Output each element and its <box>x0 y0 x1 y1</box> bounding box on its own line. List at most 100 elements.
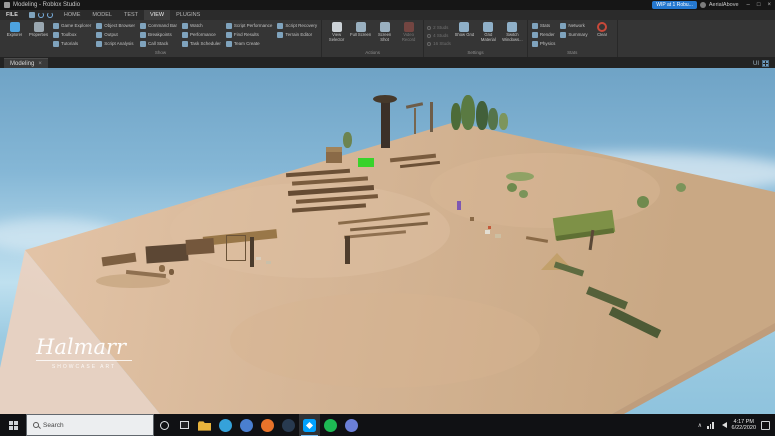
ribbon-button-command-bar[interactable]: Command Bar <box>139 22 178 30</box>
ribbon-button-explorer[interactable]: Explorer <box>3 20 26 38</box>
show-group-columns: Game Explorer Toolbox Tutorials Object Brow… <box>52 20 318 48</box>
taskbar-app-roblox-studio[interactable] <box>299 414 320 436</box>
ribbon-button-view-selector[interactable]: View Selector <box>325 20 348 42</box>
ribbon-button-task-scheduler[interactable]: Task Scheduler <box>181 40 222 48</box>
ribbon-button-breakpoints[interactable]: Breakpoints <box>139 31 178 39</box>
save-icon[interactable] <box>28 12 35 18</box>
menu-tab-plugins[interactable]: PLUGINS <box>170 10 206 20</box>
redo-icon[interactable] <box>46 12 53 18</box>
script-analysis-icon <box>96 41 103 47</box>
ribbon-button-switch-windows[interactable]: Switch Windows... <box>501 20 524 42</box>
ribbon-button-label: Render <box>539 32 555 37</box>
ribbon-button-label: Output <box>104 32 118 37</box>
taskbar-app-edge[interactable] <box>215 414 236 436</box>
hidden-icons-chevron[interactable]: ∧ <box>698 422 702 429</box>
ribbon-button-game-explorer[interactable]: Game Explorer <box>52 22 92 30</box>
settings-group-big: Show Grid Grid Material Switch Windows... <box>453 20 524 42</box>
script-recovery-icon <box>277 23 284 29</box>
ribbon-button-find-results[interactable]: Find Results <box>225 31 274 39</box>
view-selector-icon <box>331 22 342 32</box>
viewport-3d[interactable]: Halmarr Showcase Art <box>0 68 775 414</box>
stud-option-16-studs[interactable]: 16 Studs <box>427 40 451 47</box>
ribbon-button-summary[interactable]: Summary <box>559 31 588 39</box>
ribbon-button-call-stack[interactable]: Call Stack <box>139 40 178 48</box>
ribbon-button-output[interactable]: Output <box>95 31 136 39</box>
ribbon-button-full-screen[interactable]: Full Screen <box>349 20 372 38</box>
ribbon-column: Stats Render Physics <box>531 20 557 48</box>
ribbon-column: Object Browser Output Script Analysis <box>95 20 136 48</box>
task-view-button[interactable] <box>174 414 194 436</box>
undo-icon[interactable] <box>37 12 44 18</box>
firefox-icon <box>261 418 274 432</box>
start-button[interactable] <box>0 414 26 436</box>
ribbon-button-clear[interactable]: Clear <box>591 20 614 38</box>
ribbon-button-script-analysis[interactable]: Script Analysis <box>95 40 136 48</box>
ribbon-button-team-create[interactable]: Team Create <box>225 40 274 48</box>
minimize-button[interactable]: – <box>747 2 750 8</box>
ribbon-button-performance[interactable]: Performance <box>181 31 222 39</box>
ribbon-button-label: Show Grid <box>454 33 475 37</box>
network-icon[interactable] <box>707 421 714 429</box>
prop-sand-patch <box>170 183 450 278</box>
ribbon-button-terrain-editor[interactable]: Terrain Editor <box>276 31 318 39</box>
ribbon-button-video-record[interactable]: Video Record <box>397 20 420 42</box>
ribbon-button-toolbox[interactable]: Toolbox <box>52 31 92 39</box>
prop-totem-branches <box>373 95 397 103</box>
prop-gate-frame <box>226 235 246 261</box>
taskbar-app-firefox[interactable] <box>257 414 278 436</box>
stud-option-2-studs[interactable]: 2 Studs <box>427 24 451 31</box>
prop-totem-tree <box>381 102 390 148</box>
maximize-button[interactable]: □ <box>757 2 761 8</box>
quick-access-toolbar <box>24 10 58 20</box>
document-tab-modeling[interactable]: Modeling × <box>4 58 48 68</box>
close-tab-icon[interactable]: × <box>38 61 42 67</box>
ribbon-button-label: Grid Material <box>480 33 496 42</box>
prop-brown-dot <box>470 217 474 221</box>
taskbar-app-discord[interactable] <box>341 414 362 436</box>
ribbon-button-label: Toolbox <box>61 32 77 37</box>
ribbon-button-grid-material[interactable]: Grid Material <box>477 20 500 42</box>
ui-panel-toggle[interactable]: UI <box>753 60 775 68</box>
menu-tab-file[interactable]: FILE <box>0 10 24 20</box>
ribbon-button-script-recovery[interactable]: Script Recovery <box>276 22 318 30</box>
stats-group-columns: Stats Render Physics Network Summary <box>531 20 589 48</box>
command-bar-icon <box>140 23 147 29</box>
taskbar-app-chrome[interactable] <box>236 414 257 436</box>
taskbar-app-file-explorer[interactable] <box>194 414 215 436</box>
wip-badge[interactable]: WIP at 1 Robu... <box>652 1 697 9</box>
full-screen-icon <box>355 22 366 32</box>
ribbon-button-tutorials[interactable]: Tutorials <box>52 40 92 48</box>
clock[interactable]: 4:17 PM 6/22/2020 <box>732 419 756 432</box>
ribbon-button-network[interactable]: Network <box>559 22 588 30</box>
ribbon-button-render[interactable]: Render <box>531 31 557 39</box>
menu-tab-home[interactable]: HOME <box>58 10 87 20</box>
window-title: Modeling - Roblox Studio <box>13 2 81 8</box>
volume-icon[interactable] <box>719 422 727 428</box>
ribbon-button-watch[interactable]: Watch <box>181 22 222 30</box>
ribbon-button-label: Tutorials <box>61 41 79 46</box>
ribbon-button-screen-shot[interactable]: Screen Shot <box>373 20 396 42</box>
menu-tab-view[interactable]: VIEW <box>144 10 171 20</box>
username[interactable]: AerialAbove <box>709 2 739 8</box>
ribbon-button-show-grid[interactable]: Show Grid <box>453 20 476 42</box>
ribbon-button-script-performance[interactable]: Script Performance <box>225 22 274 30</box>
ribbon-button-label: Clear <box>597 33 608 37</box>
taskbar-search-input[interactable]: Search <box>26 414 154 436</box>
menu-tab-model[interactable]: MODEL <box>86 10 118 20</box>
avatar[interactable] <box>699 2 706 8</box>
taskbar-app-spotify[interactable] <box>320 414 341 436</box>
explorer-icon <box>9 22 20 32</box>
taskbar-app-steam[interactable] <box>278 414 299 436</box>
ribbon-button-label: Call Stack <box>148 41 169 46</box>
ribbon-button-properties[interactable]: Properties <box>27 20 50 38</box>
cortana-button[interactable] <box>154 414 174 436</box>
stud-option-4-studs[interactable]: 4 Studs <box>427 32 451 39</box>
close-button[interactable]: × <box>767 2 771 8</box>
ribbon-button-physics[interactable]: Physics <box>531 40 557 48</box>
ribbon-button-object-browser[interactable]: Object Browser <box>95 22 136 30</box>
ribbon-button-stats[interactable]: Stats <box>531 22 557 30</box>
prop-pine-tree <box>451 103 461 130</box>
menu-tab-test[interactable]: TEST <box>118 10 144 20</box>
notification-center-icon[interactable] <box>761 420 770 430</box>
prop-white-objects <box>256 257 261 260</box>
